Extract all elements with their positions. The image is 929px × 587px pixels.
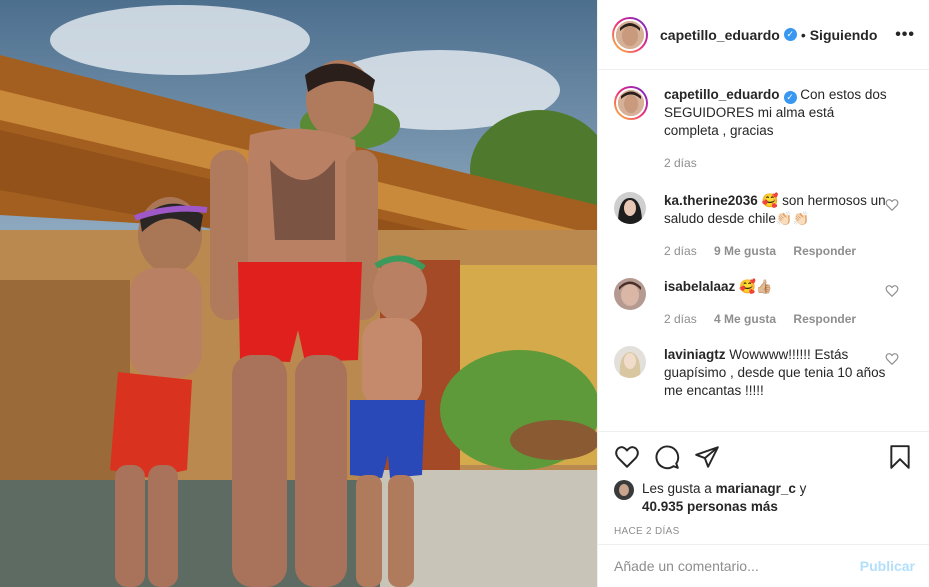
post-timestamp[interactable]: HACE 2 DÍAS: [614, 526, 913, 537]
comment-time[interactable]: 2 días: [664, 312, 697, 326]
verified-icon: ✓: [783, 91, 797, 104]
likes-text: Les gusta a marianagr_c y 40.935 persona…: [642, 480, 806, 516]
reply-button[interactable]: Responder: [793, 312, 856, 326]
comment-likes[interactable]: 9 Me gusta: [714, 244, 776, 258]
caption-avatar-image: [618, 90, 644, 116]
reply-button[interactable]: Responder: [793, 244, 856, 258]
verified-icon: ✓: [783, 28, 797, 41]
caption-meta: 2 días: [664, 154, 887, 172]
liker-username[interactable]: marianagr_c: [716, 481, 796, 496]
comment-bubble-icon[interactable]: [654, 444, 680, 470]
like-comment-heart-icon[interactable]: [885, 198, 899, 212]
comment-text: 🥰👍🏼: [739, 279, 773, 294]
comment-likes[interactable]: 4 Me gusta: [714, 312, 776, 326]
commenter-avatar-image: [614, 278, 646, 310]
likes-conj: y: [799, 481, 807, 496]
comment-username[interactable]: ka.therine2036: [664, 193, 758, 208]
comment-username[interactable]: isabelalaaz: [664, 279, 735, 294]
comment-time[interactable]: 2 días: [664, 244, 697, 258]
caption-body: capetillo_eduardo ✓ Con estos dos SEGUIDO…: [664, 86, 913, 172]
author-avatar-image: [616, 20, 644, 49]
share-direct-icon[interactable]: [694, 444, 720, 470]
post-photo-illustration: [0, 0, 597, 587]
comment-meta: 2 días 9 Me gusta Responder: [664, 242, 887, 260]
like-heart-icon[interactable]: [614, 444, 640, 470]
likes-count[interactable]: 40.935 personas más: [642, 499, 778, 514]
publish-button[interactable]: Publicar: [860, 558, 915, 574]
like-comment-heart-icon[interactable]: [885, 284, 899, 298]
following-button[interactable]: Siguiendo: [810, 27, 878, 43]
post-sidebar: capetillo_eduardo ✓ • Siguiendo ••• cape…: [597, 0, 929, 587]
commenter-avatar[interactable]: [614, 192, 646, 224]
comment-meta: 2 días 4 Me gusta Responder: [664, 310, 887, 328]
commenter-avatar[interactable]: [614, 346, 646, 378]
save-bookmark-icon[interactable]: [887, 444, 913, 470]
commenter-avatar-image: [614, 346, 646, 378]
post-photo[interactable]: [0, 0, 597, 587]
action-icons: [614, 442, 913, 472]
likes-prefix: Les gusta a: [642, 481, 712, 496]
like-comment-heart-icon[interactable]: [885, 352, 899, 366]
comment-item: isabelalaaz 🥰👍🏼 2 días 4 Me gusta Respon…: [614, 278, 913, 328]
caption-time[interactable]: 2 días: [664, 156, 697, 170]
add-comment-bar: Publicar: [598, 544, 929, 587]
more-options-icon[interactable]: •••: [895, 26, 915, 44]
post-actions: Les gusta a marianagr_c y 40.935 persona…: [598, 431, 929, 537]
liker-avatar[interactable]: [614, 480, 634, 500]
liker-avatar-image: [614, 480, 634, 500]
caption: capetillo_eduardo ✓ Con estos dos SEGUIDO…: [614, 86, 913, 172]
post-header: capetillo_eduardo ✓ • Siguiendo •••: [598, 0, 929, 70]
separator-dot: •: [800, 26, 806, 43]
author-avatar[interactable]: [612, 16, 648, 53]
commenter-avatar[interactable]: [614, 278, 646, 310]
comment-item: ka.therine2036 🥰 son hermosos un saludo …: [614, 192, 913, 260]
likes-summary: Les gusta a marianagr_c y 40.935 persona…: [614, 480, 913, 516]
comment-username[interactable]: laviniagtz: [664, 347, 726, 362]
comments-list: capetillo_eduardo ✓ Con estos dos SEGUIDO…: [598, 86, 929, 418]
comment-item: laviniagtz Wowwww!!!!!! Estás guapísimo …: [614, 346, 913, 400]
caption-avatar[interactable]: [614, 86, 648, 120]
author-username[interactable]: capetillo_eduardo: [660, 27, 780, 43]
caption-username[interactable]: capetillo_eduardo: [664, 87, 780, 102]
comment-input[interactable]: [614, 558, 860, 574]
commenter-avatar-image: [614, 192, 646, 224]
